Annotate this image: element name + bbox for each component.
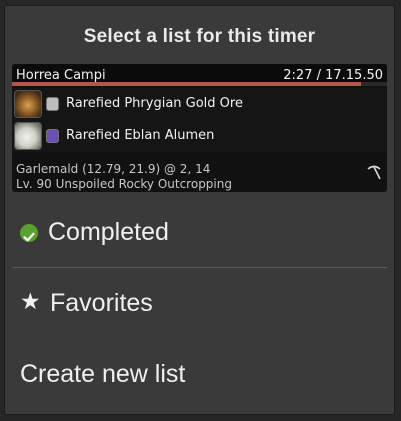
create-new-list-button[interactable]: Create new list [12, 348, 387, 404]
dialog-title: Select a list for this timer [83, 26, 316, 47]
ore-icon [14, 90, 42, 118]
timer-coordinates: Garlemald (12.79, 21.9) @ 2, 14 [16, 162, 211, 176]
timer-items: Rarefied Phrygian Gold Ore Rarefied Ebla… [12, 88, 387, 152]
timer-clock: 2:27 / 17.15.50 [283, 68, 383, 83]
timer-location: Horrea Campi [16, 68, 106, 83]
list-option-label: Favorites [50, 289, 153, 317]
item-row: Rarefied Eblan Alumen [12, 120, 387, 152]
list-option-favorites[interactable]: ★ Favorites [12, 277, 387, 333]
divider [12, 267, 387, 268]
pickaxe-icon [367, 165, 381, 180]
item-name: Rarefied Eblan Alumen [66, 128, 215, 143]
item-row: Rarefied Phrygian Gold Ore [12, 88, 387, 120]
item-grade-badge-icon [46, 97, 59, 111]
list-option-label: Completed [48, 218, 169, 246]
check-circle-icon [20, 224, 38, 242]
timer-progress-bar [12, 82, 387, 86]
timer-progress-fill [12, 82, 361, 86]
timer-node-level: Lv. 90 Unspoiled Rocky Outcropping [16, 177, 232, 191]
list-option-completed[interactable]: Completed [12, 206, 387, 262]
item-name: Rarefied Phrygian Gold Ore [66, 96, 243, 111]
star-icon: ★ [20, 289, 41, 315]
select-list-dialog: Select a list for this timer Horrea Camp… [4, 5, 395, 415]
timer-footer: Garlemald (12.79, 21.9) @ 2, 14 Lv. 90 U… [12, 160, 387, 192]
timer-header: Horrea Campi 2:27 / 17.15.50 [12, 64, 387, 86]
list-option-label: Create new list [20, 360, 186, 388]
item-grade-badge-icon [46, 129, 59, 143]
timer-card: Horrea Campi 2:27 / 17.15.50 Rarefied Ph… [12, 64, 387, 192]
alumen-icon [14, 122, 42, 150]
